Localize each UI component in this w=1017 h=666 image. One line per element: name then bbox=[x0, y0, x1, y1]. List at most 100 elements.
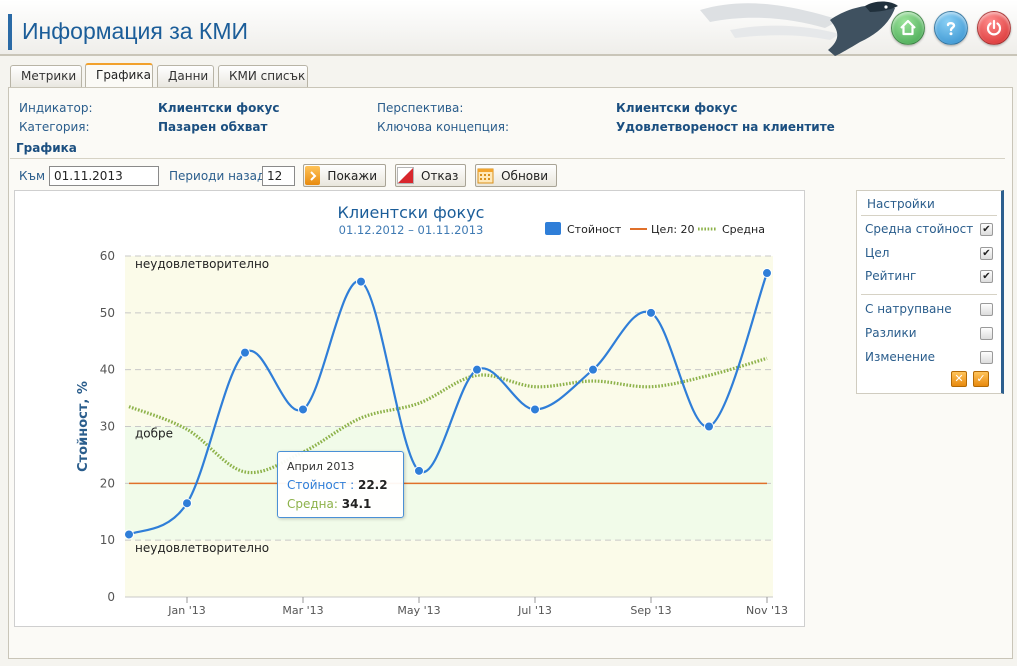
y-axis-title: Стойност, % bbox=[76, 381, 91, 472]
home-icon bbox=[900, 19, 916, 36]
tooltip-value: 22.2 bbox=[357, 478, 388, 492]
setting-label: Цел bbox=[865, 246, 890, 260]
chart-subtitle: 01.12.2012 – 01.11.2013 bbox=[339, 223, 484, 237]
value-point bbox=[298, 404, 308, 415]
logout-button[interactable] bbox=[977, 11, 1011, 45]
y-tick-label: 30 bbox=[100, 420, 115, 434]
y-tick-label: 40 bbox=[100, 363, 115, 377]
value-point bbox=[762, 268, 772, 279]
checkbox[interactable]: ✔ bbox=[980, 270, 993, 283]
refresh-button-label: Обнови bbox=[501, 168, 548, 183]
setting-differences[interactable]: Разлики bbox=[865, 326, 993, 342]
setting-average[interactable]: Средна стойност ✔ bbox=[865, 222, 993, 238]
setting-cumulative[interactable]: С натрупване bbox=[865, 302, 993, 318]
tab-kpi-list[interactable]: КМИ списък bbox=[218, 65, 308, 88]
to-date-input[interactable] bbox=[49, 166, 159, 186]
indicator-label: Индикатор: bbox=[19, 101, 93, 115]
setting-target[interactable]: Цел ✔ bbox=[865, 246, 993, 262]
bird-decoration-icon bbox=[700, 1, 898, 56]
value-point bbox=[646, 307, 656, 318]
x-tick-label: Sep '13 bbox=[630, 604, 671, 617]
key-concept-label: Ключова концепция: bbox=[377, 120, 510, 134]
show-button[interactable]: Покажи bbox=[303, 164, 386, 187]
question-icon bbox=[946, 21, 956, 36]
header-accent-bar bbox=[8, 14, 12, 50]
help-button[interactable] bbox=[934, 11, 968, 45]
y-tick-label: 20 bbox=[100, 476, 115, 490]
tooltip-value-label: Стойност : bbox=[287, 478, 355, 492]
value-point bbox=[240, 347, 250, 358]
cancel-button[interactable]: Отказ bbox=[395, 164, 466, 187]
band-label: неудовлетворително bbox=[135, 257, 269, 271]
x-tick-label: Jan '13 bbox=[167, 604, 205, 617]
key-concept-value: Удовлетвореност на клиентите bbox=[616, 120, 835, 134]
chart-container: 0 10 20 30 40 50 60 неудовлетворително добре неуд… bbox=[14, 190, 805, 627]
chart-title: Клиентски фокус bbox=[338, 203, 485, 222]
y-tick-label: 50 bbox=[100, 306, 115, 320]
tab-label: Данни bbox=[168, 69, 209, 83]
tooltip-average: 34.1 bbox=[341, 497, 372, 511]
calendar-icon bbox=[477, 166, 494, 185]
perspective-value: Клиентски фокус bbox=[616, 101, 738, 115]
value-point bbox=[182, 498, 192, 509]
periods-back-input[interactable] bbox=[262, 166, 295, 186]
setting-rating[interactable]: Рейтинг ✔ bbox=[865, 269, 993, 285]
y-tick-label: 0 bbox=[107, 590, 115, 604]
settings-divider bbox=[861, 294, 997, 295]
to-date-label: Към bbox=[19, 169, 46, 183]
band-label: неудовлетворително bbox=[135, 541, 269, 555]
setting-label: Изменение bbox=[865, 350, 936, 364]
value-point bbox=[588, 364, 598, 375]
tab-chart[interactable]: Графика bbox=[85, 63, 153, 88]
setting-label: С натрупване bbox=[865, 302, 952, 316]
value-point bbox=[472, 364, 482, 375]
show-button-label: Покажи bbox=[327, 168, 377, 183]
app-window: Информация за КМИ Метрики Графика Данни … bbox=[0, 0, 1017, 666]
setting-change[interactable]: Изменение bbox=[865, 350, 993, 366]
divider bbox=[10, 158, 1005, 159]
tab-data[interactable]: Данни bbox=[157, 65, 214, 88]
settings-apply-button[interactable]: ✓ bbox=[973, 371, 989, 387]
checkbox[interactable]: ✔ bbox=[980, 223, 993, 236]
tooltip-date: Април 2013 bbox=[287, 460, 355, 473]
legend-value-swatch bbox=[545, 222, 561, 235]
legend-value-label: Стойност bbox=[567, 223, 622, 236]
checkbox[interactable] bbox=[980, 327, 993, 340]
section-title: Графика bbox=[16, 141, 77, 155]
tab-label: КМИ списък bbox=[229, 69, 306, 83]
category-value: Пазарен обхват bbox=[158, 120, 268, 134]
arrow-right-icon bbox=[305, 166, 321, 185]
checkbox[interactable] bbox=[980, 303, 993, 316]
checkbox[interactable]: ✔ bbox=[980, 247, 993, 260]
periods-back-label: Периоди назад bbox=[169, 169, 266, 183]
setting-label: Разлики bbox=[865, 326, 917, 340]
x-tick-label: Nov '13 bbox=[746, 604, 788, 617]
x-tick-label: Jul '13 bbox=[517, 604, 552, 617]
settings-cancel-button[interactable]: ✕ bbox=[951, 371, 967, 387]
tab-label: Метрики bbox=[21, 69, 77, 83]
tab-label: Графика bbox=[96, 68, 151, 82]
chart-tooltip: Април 2013 Стойност : 22.2 Средна: 34.1 bbox=[277, 451, 404, 518]
refresh-button[interactable]: Обнови bbox=[475, 164, 557, 187]
settings-panel: Настройки Средна стойност ✔ Цел ✔ Рейтинг ✔… bbox=[856, 190, 1004, 394]
band-label: добре bbox=[135, 427, 173, 441]
close-icon: ✕ bbox=[954, 372, 964, 385]
kpi-chart: 0 10 20 30 40 50 60 неудовлетворително добре неуд… bbox=[76, 203, 788, 617]
tooltip-average-label: Средна: bbox=[287, 497, 338, 511]
app-title: Информация за КМИ bbox=[22, 18, 249, 44]
value-point bbox=[704, 421, 714, 432]
setting-label: Рейтинг bbox=[865, 269, 917, 283]
settings-divider bbox=[861, 215, 997, 216]
tab-metrics[interactable]: Метрики bbox=[10, 65, 82, 88]
indicator-value: Клиентски фокус bbox=[158, 101, 280, 115]
settings-title: Настройки bbox=[867, 197, 935, 211]
x-tick-label: May '13 bbox=[397, 604, 440, 617]
legend-average-label: Средна bbox=[722, 223, 765, 236]
value-point bbox=[414, 465, 424, 476]
home-button[interactable] bbox=[891, 11, 925, 45]
cancel-icon bbox=[397, 166, 414, 185]
y-tick-label: 60 bbox=[100, 249, 115, 263]
app-header: Информация за КМИ bbox=[0, 0, 1017, 56]
checkbox[interactable] bbox=[980, 351, 993, 364]
setting-label: Средна стойност bbox=[865, 222, 974, 236]
